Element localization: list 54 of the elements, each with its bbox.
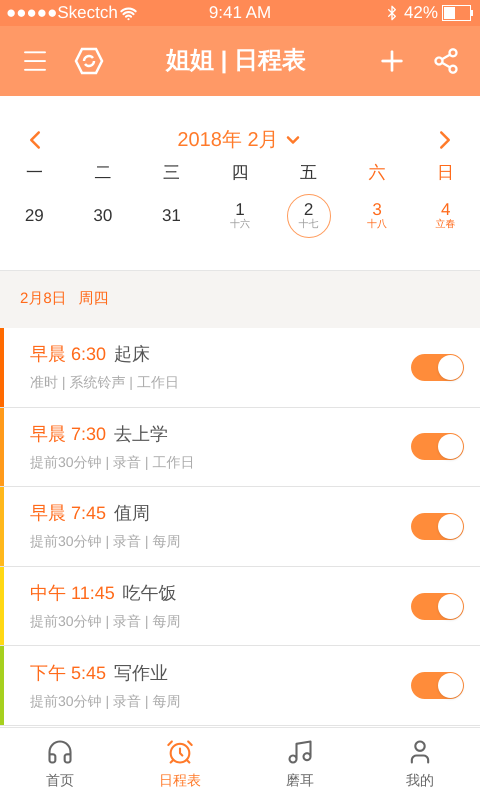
tab-item[interactable]: 首页 — [0, 728, 120, 800]
alarm-row[interactable]: 早晨 6:30 起床 准时 | 系统铃声 | 工作日 — [0, 328, 480, 408]
alarm-toggle[interactable] — [411, 592, 464, 620]
wifi-icon — [120, 4, 137, 22]
alarm-details: 提前30分钟 | 录音 | 每周 — [30, 612, 182, 632]
alarm-details: 准时 | 系统铃声 | 工作日 — [30, 373, 180, 392]
alarm-row[interactable]: 早晨 7:45 值周 提前30分钟 | 录音 | 每周 — [0, 487, 480, 567]
month-text: 2018年 2月 — [177, 128, 279, 153]
alarm-clock-icon — [166, 738, 194, 766]
battery-icon — [442, 5, 474, 21]
alarm-toggle[interactable] — [411, 672, 464, 700]
sync-button[interactable] — [74, 46, 104, 76]
alarm-details: 提前30分钟 | 录音 | 每周 — [30, 692, 182, 711]
weekday-label: 一 — [26, 162, 43, 184]
alarm-title: 吃午饭 — [122, 582, 177, 606]
calendar-day[interactable]: 30 — [80, 194, 125, 238]
alarm-title: 写作业 — [114, 662, 168, 685]
weekday-label: 三 — [162, 162, 180, 184]
alarm-time: 早晨 7:30 — [30, 422, 106, 446]
weekday-text: 周四 — [78, 289, 109, 310]
headphones-icon — [46, 738, 74, 766]
carrier-text: ●●●●●Skectch — [6, 2, 118, 24]
battery-text: 42% — [404, 2, 438, 24]
alarm-row[interactable]: 下午 5:45 写作业 提前30分钟 | 录音 | 每周 — [0, 646, 480, 726]
music-note-icon — [286, 738, 314, 766]
alarm-time: 中午 11:45 — [30, 582, 115, 606]
alarm-title: 值周 — [114, 502, 150, 526]
alarm-time: 下午 5:45 — [30, 662, 106, 685]
alarm-row[interactable]: 中午 11:45 吃午饭 提前30分钟 | 录音 | 每周 — [0, 566, 480, 646]
share-button[interactable] — [432, 47, 460, 75]
alarm-row[interactable]: 早晨 7:30 去上学 提前30分钟 | 录音 | 工作日 — [0, 408, 480, 488]
alarm-title: 起床 — [114, 343, 150, 366]
clock-text: 9:41 AM — [208, 2, 272, 24]
calendar-day[interactable]: 1 十六 — [218, 194, 262, 238]
weekday-label: 四 — [231, 162, 248, 184]
alarm-toggle[interactable] — [411, 433, 464, 460]
alarm-time: 早晨 7:45 — [30, 502, 106, 526]
alarm-toggle[interactable] — [411, 354, 464, 381]
tab-item[interactable]: 我的 — [360, 728, 480, 800]
alarm-time: 早晨 6:30 — [30, 343, 106, 366]
alarm-details: 提前30分钟 | 录音 | 工作日 — [30, 452, 196, 472]
calendar-day[interactable]: 29 — [12, 194, 56, 238]
weekday-label: 日 — [437, 162, 454, 184]
calendar-day[interactable]: 31 — [149, 194, 194, 238]
weekday-label: 六 — [368, 162, 386, 184]
alarm-title: 去上学 — [114, 422, 168, 446]
weekday-label: 五 — [300, 162, 318, 184]
alarm-details: 提前30分钟 | 录音 | 每周 — [30, 532, 182, 552]
calendar-day[interactable]: 2 十七 — [286, 194, 331, 238]
page-title: 姐姐 | 日程表 — [164, 46, 308, 76]
tab-item[interactable]: 磨耳 — [240, 728, 360, 800]
alarm-toggle[interactable] — [411, 512, 464, 540]
date-text: 2月8日 — [20, 289, 67, 310]
weekday-label: 二 — [94, 162, 112, 184]
